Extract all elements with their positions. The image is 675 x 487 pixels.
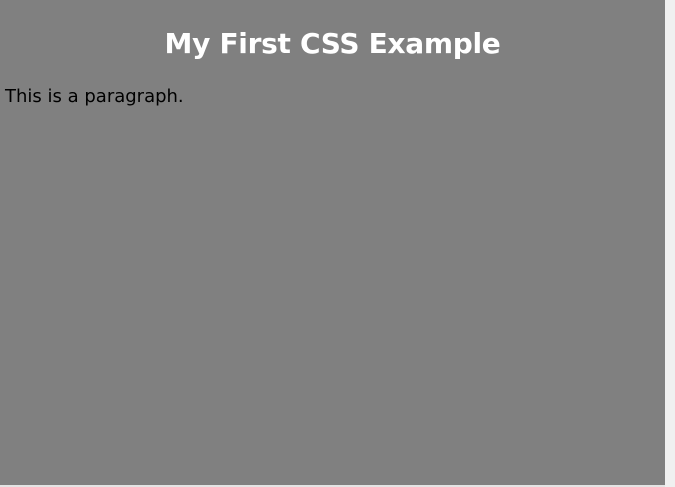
browser-viewport: My First CSS Example This is a paragraph… xyxy=(0,0,665,485)
window-right-edge xyxy=(665,0,675,487)
page-heading: My First CSS Example xyxy=(164,27,501,60)
page-paragraph: This is a paragraph. xyxy=(5,86,184,107)
